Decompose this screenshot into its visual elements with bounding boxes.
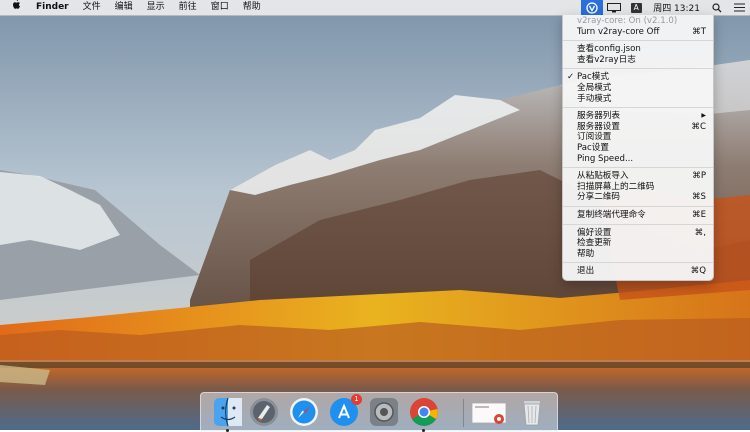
- input-method-label: A: [630, 2, 642, 13]
- menu-item-global-mode[interactable]: 全局模式: [563, 83, 713, 94]
- v2ray-icon[interactable]: [581, 0, 604, 15]
- menu-window[interactable]: 窗口: [204, 0, 236, 15]
- menu-item-help[interactable]: 帮助: [563, 249, 713, 260]
- menu-item-label: 订阅设置: [577, 132, 612, 143]
- list-icon[interactable]: [728, 0, 750, 15]
- menu-item-shortcut: ⌘T: [692, 26, 706, 37]
- menu-item-shortcut: ⌘E: [691, 209, 706, 220]
- clock[interactable]: 周四 13:21: [647, 1, 706, 14]
- menu-item-view-config[interactable]: 查看config.json: [563, 44, 713, 55]
- menu-separator: [563, 205, 713, 207]
- menu-help[interactable]: 帮助: [236, 0, 268, 15]
- menu-item-label: 查看config.json: [577, 44, 641, 55]
- input-method-icon[interactable]: A: [625, 0, 647, 15]
- notification-badge: 1: [351, 394, 362, 405]
- chrome-icon[interactable]: [409, 397, 439, 427]
- menu-item-view-log[interactable]: 查看v2ray日志: [563, 55, 713, 66]
- menu-item-label: Ping Speed...: [577, 153, 634, 164]
- menu-view[interactable]: 显示: [140, 0, 172, 15]
- document-preview-icon[interactable]: [471, 397, 507, 427]
- apple-menu-icon[interactable]: [0, 0, 29, 16]
- v2ray-status: v2ray-core: On (v2.1.0): [577, 16, 678, 26]
- menu-item-label: 服务器设置: [577, 121, 620, 132]
- menu-item-label: 退出: [577, 266, 595, 277]
- menu-item-shortcut: ⌘,: [694, 227, 706, 238]
- safari-icon[interactable]: [289, 397, 319, 427]
- menu-item-shortcut: ⌘P: [692, 171, 706, 182]
- menu-item-label: 分享二维码: [577, 192, 620, 203]
- trash-icon[interactable]: [517, 397, 547, 427]
- menu-item-server-list[interactable]: 服务器列表 ▶: [563, 111, 713, 122]
- menu-item-import-clipboard[interactable]: 从粘贴板导入 ⌘P: [563, 171, 713, 182]
- menu-edit[interactable]: 编辑: [108, 0, 140, 15]
- dock: 1: [200, 392, 558, 432]
- menu-item-label: 帮助: [577, 248, 595, 259]
- menu-item-label: 偏好设置: [577, 227, 612, 238]
- search-icon[interactable]: [706, 0, 728, 15]
- menu-item-label: 扫描屏幕上的二维码: [577, 181, 655, 192]
- menu-item-shortcut: ⌘C: [691, 121, 706, 132]
- system-preferences-icon[interactable]: [369, 397, 399, 427]
- finder-icon[interactable]: [213, 397, 243, 427]
- checkmark-icon: ✓: [567, 72, 575, 83]
- menu-item-check-updates[interactable]: 检查更新: [563, 238, 713, 249]
- menu-item-shortcut: ⌘Q: [690, 266, 706, 277]
- menu-item-copy-terminal-proxy[interactable]: 复制终端代理命令 ⌘E: [563, 210, 713, 221]
- menu-item-label: 从粘贴板导入: [577, 171, 629, 182]
- menu-item-ping-speed[interactable]: Ping Speed...: [563, 154, 713, 165]
- menu-item-quit[interactable]: 退出 ⌘Q: [563, 266, 713, 277]
- menu-item-label: 全局模式: [577, 82, 612, 93]
- menu-separator: [563, 107, 713, 109]
- menu-item-pac-settings[interactable]: Pac设置: [563, 143, 713, 154]
- dock-separator: [463, 399, 464, 427]
- menu-item-label: Pac模式: [577, 72, 609, 83]
- submenu-arrow-icon: ▶: [701, 112, 706, 120]
- menu-item-pac-mode[interactable]: ✓ Pac模式: [563, 72, 713, 83]
- menu-item-manual-mode[interactable]: 手动模式: [563, 94, 713, 105]
- menu-item-turn-off[interactable]: Turn v2ray-core Off ⌘T: [563, 27, 713, 38]
- app-name-menu[interactable]: Finder: [29, 0, 76, 15]
- menu-separator: [563, 223, 713, 225]
- menu-item-server-settings[interactable]: 服务器设置 ⌘C: [563, 122, 713, 133]
- display-mirror-icon[interactable]: [603, 0, 625, 15]
- menu-bar: Finder 文件 编辑 显示 前往 窗口 帮助 A 周四 13:21: [0, 0, 750, 16]
- menu-item-label: 手动模式: [577, 93, 612, 104]
- menu-separator: [563, 68, 713, 70]
- menu-go[interactable]: 前往: [172, 0, 204, 15]
- menu-item-subscription[interactable]: 订阅设置: [563, 132, 713, 143]
- menu-item-shortcut: ⌘S: [691, 192, 706, 203]
- menu-item-scan-qr[interactable]: 扫描屏幕上的二维码: [563, 182, 713, 193]
- menu-file[interactable]: 文件: [76, 0, 108, 15]
- app-store-icon[interactable]: 1: [329, 394, 362, 427]
- launchpad-icon[interactable]: [249, 397, 279, 427]
- v2ray-dropdown-menu: v2ray-core: On (v2.1.0) Turn v2ray-core …: [562, 15, 714, 281]
- menu-item-label: Pac设置: [577, 142, 609, 153]
- menu-item-label: 检查更新: [577, 238, 612, 249]
- menu-item-preferences[interactable]: 偏好设置 ⌘,: [563, 228, 713, 239]
- menu-item-label: 复制终端代理命令: [577, 209, 646, 220]
- menu-item-label: 服务器列表: [577, 111, 620, 122]
- menu-separator: [563, 40, 713, 42]
- menu-item-label: Turn v2ray-core Off: [577, 26, 660, 37]
- menu-item-share-qr[interactable]: 分享二维码 ⌘S: [563, 192, 713, 203]
- menu-separator: [563, 262, 713, 264]
- menu-separator: [563, 167, 713, 169]
- menu-item-label: 查看v2ray日志: [577, 54, 636, 65]
